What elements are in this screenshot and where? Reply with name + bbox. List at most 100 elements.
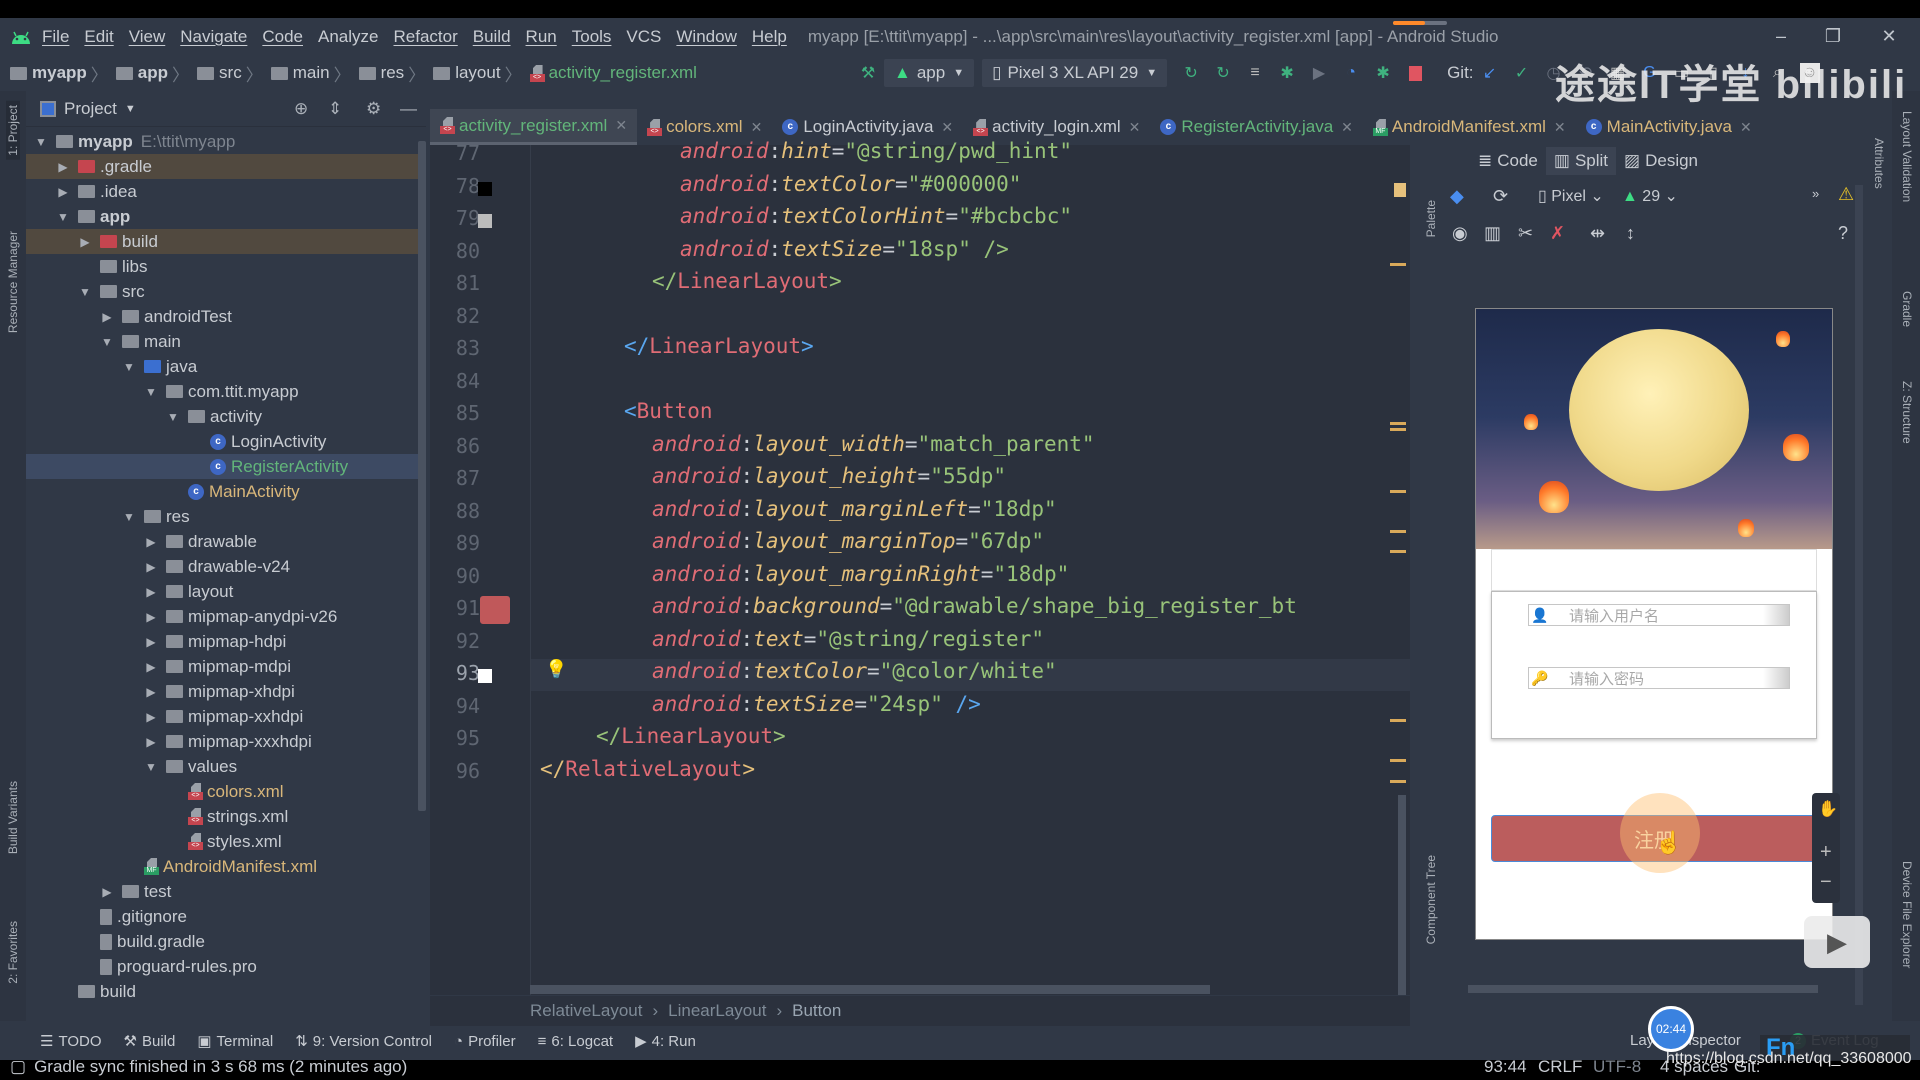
tree-item[interactable]: ▶ .idea bbox=[26, 179, 426, 204]
tree-item[interactable]: c RegisterActivity bbox=[26, 454, 426, 479]
close-button[interactable]: ✕ bbox=[1866, 18, 1912, 55]
stripe-device-file-explorer[interactable]: Device File Explorer bbox=[1900, 861, 1914, 968]
zoom-in-icon[interactable]: + bbox=[1820, 841, 1832, 864]
tree-item[interactable]: ▶ build bbox=[26, 229, 426, 254]
hide-panel-icon[interactable]: — bbox=[400, 99, 417, 119]
apply-code-changes-icon[interactable]: ↻ bbox=[1213, 63, 1233, 83]
editor-tab[interactable]: activity_register.xml ✕ bbox=[430, 109, 638, 145]
collapse-all-icon[interactable]: ⇕ bbox=[328, 99, 342, 119]
tree-item[interactable]: styles.xml bbox=[26, 829, 426, 854]
stripe-build-variants[interactable]: Build Variants bbox=[6, 781, 20, 854]
gear-icon[interactable]: ⚙ bbox=[366, 99, 381, 119]
git-commit-icon[interactable]: ✓ bbox=[1512, 63, 1532, 83]
tree-item[interactable]: ▶ mipmap-xxhdpi bbox=[26, 704, 426, 729]
close-tab-icon[interactable]: ✕ bbox=[1129, 119, 1141, 136]
expand-arrow-icon[interactable]: ▼ bbox=[122, 510, 136, 524]
scroll-marker[interactable] bbox=[1390, 759, 1406, 762]
editor-hscrollbar[interactable] bbox=[530, 985, 1210, 994]
run-config-dropdown[interactable]: ▲ app ▼ bbox=[884, 59, 975, 87]
nav-crumb-app[interactable]: app 〉 bbox=[115, 61, 193, 86]
pan-icon[interactable]: ✋ bbox=[1818, 799, 1838, 819]
stripe-project[interactable]: 1: Project bbox=[6, 101, 20, 160]
menu-window[interactable]: Window bbox=[676, 27, 736, 47]
tree-item[interactable]: ▶ drawable-v24 bbox=[26, 554, 426, 579]
stripe-layout-validation[interactable]: Layout Validation bbox=[1900, 111, 1914, 202]
orientation-icon[interactable]: ⟳ bbox=[1493, 186, 1508, 207]
nav-crumb-file[interactable]: activity_register.xml bbox=[529, 63, 697, 83]
tool-terminal[interactable]: ▣ Terminal bbox=[197, 1032, 273, 1051]
collapse-arrow-icon[interactable]: ▶ bbox=[78, 235, 92, 249]
clear-constraints-icon[interactable]: ✗ bbox=[1550, 223, 1565, 244]
nav-crumb-main[interactable]: main 〉 bbox=[270, 61, 355, 86]
scroll-marker[interactable] bbox=[1390, 428, 1406, 431]
collapse-arrow-icon[interactable]: ▶ bbox=[144, 535, 158, 549]
tree-item[interactable]: ▼ res bbox=[26, 504, 426, 529]
tree-item[interactable]: colors.xml bbox=[26, 779, 426, 804]
expand-arrow-icon[interactable]: ▼ bbox=[144, 385, 158, 399]
xml-crumb-relativelayout[interactable]: RelativeLayout bbox=[530, 1001, 642, 1021]
view-mode-design[interactable]: ▨ Design bbox=[1616, 147, 1706, 175]
scroll-marker[interactable] bbox=[1390, 719, 1406, 722]
status-toggle-icon[interactable]: ▢ bbox=[10, 1057, 26, 1077]
close-tab-icon[interactable]: ✕ bbox=[751, 119, 763, 136]
close-tab-icon[interactable]: ✕ bbox=[1740, 119, 1752, 136]
blueprint-icon[interactable]: ▥ bbox=[1484, 223, 1501, 244]
collapse-arrow-icon[interactable]: ▶ bbox=[144, 585, 158, 599]
tree-item[interactable]: ▶ .gradle bbox=[26, 154, 426, 179]
tree-item[interactable]: build bbox=[26, 979, 426, 1004]
menu-code[interactable]: Code bbox=[262, 27, 303, 47]
xml-crumb-button[interactable]: Button bbox=[792, 1001, 841, 1021]
line-separator[interactable]: CRLF bbox=[1538, 1057, 1582, 1077]
stop-icon[interactable] bbox=[1405, 63, 1425, 83]
close-tab-icon[interactable]: ✕ bbox=[1341, 119, 1353, 136]
margin-icon[interactable]: ⇹ bbox=[1590, 223, 1605, 244]
tree-item[interactable]: ▼ app bbox=[26, 204, 426, 229]
apply-changes-icon[interactable]: ↻ bbox=[1181, 63, 1201, 83]
xml-crumb-linearlayout[interactable]: LinearLayout bbox=[668, 1001, 766, 1021]
tree-item[interactable]: proguard-rules.pro bbox=[26, 954, 426, 979]
stripe-resource-manager[interactable]: Resource Manager bbox=[6, 231, 20, 333]
editor-tab[interactable]: c MainActivity.java ✕ bbox=[1576, 109, 1762, 145]
chevron-down-icon[interactable]: ▼ bbox=[125, 103, 136, 115]
stripe-structure[interactable]: Z: Structure bbox=[1900, 381, 1914, 444]
tree-item[interactable]: .gitignore bbox=[26, 904, 426, 929]
code-editor[interactable]: 77 78 79 80 81 82 83 84 85 86 87 88 89 90 91 92 93 94 95 96… bbox=[430, 139, 1410, 995]
caret-position[interactable]: 93:44 bbox=[1484, 1057, 1527, 1077]
tool-run[interactable]: ▶ 4: Run bbox=[635, 1032, 696, 1051]
tree-item[interactable]: ▶ drawable bbox=[26, 529, 426, 554]
collapse-arrow-icon[interactable]: ▶ bbox=[144, 560, 158, 574]
tree-item[interactable]: c MainActivity bbox=[26, 479, 426, 504]
autoconnect-icon[interactable]: ✂ bbox=[1518, 223, 1533, 244]
expand-arrow-icon[interactable]: ▼ bbox=[144, 760, 158, 774]
tool-logcat[interactable]: ≡ 6: Logcat bbox=[538, 1033, 613, 1050]
menu-file[interactable]: File bbox=[42, 27, 69, 47]
scroll-marker[interactable] bbox=[1390, 780, 1406, 783]
file-encoding[interactable]: UTF-8 bbox=[1593, 1057, 1641, 1077]
editor-tab[interactable]: c RegisterActivity.java ✕ bbox=[1150, 109, 1363, 145]
collapse-arrow-icon[interactable]: ▶ bbox=[100, 885, 114, 899]
scroll-marker[interactable] bbox=[1390, 530, 1406, 533]
collapse-arrow-icon[interactable]: ▶ bbox=[144, 710, 158, 724]
tool-version-control[interactable]: ⇅ 9: Version Control bbox=[295, 1032, 432, 1051]
menu-refactor[interactable]: Refactor bbox=[393, 27, 457, 47]
design-vscrollbar[interactable] bbox=[1855, 185, 1863, 1005]
nav-crumb-myapp[interactable]: myapp 〉 bbox=[10, 61, 112, 86]
close-tab-icon[interactable]: ✕ bbox=[615, 117, 627, 134]
minimize-button[interactable]: – bbox=[1758, 18, 1804, 55]
expand-arrow-icon[interactable]: ▼ bbox=[100, 335, 114, 349]
collapse-arrow-icon[interactable]: ▶ bbox=[144, 685, 158, 699]
collapse-arrow-icon[interactable]: ▶ bbox=[100, 310, 114, 324]
eye-icon[interactable]: ◉ bbox=[1452, 223, 1468, 244]
tree-item[interactable]: build.gradle bbox=[26, 929, 426, 954]
more-icon[interactable]: » bbox=[1812, 186, 1819, 201]
nav-crumb-src[interactable]: src 〉 bbox=[197, 61, 267, 86]
attach-debugger-icon[interactable]: ✱ bbox=[1373, 63, 1393, 83]
view-mode-split[interactable]: ▥ Split bbox=[1545, 147, 1617, 175]
password-field[interactable]: 🔑 请输入密码 bbox=[1528, 667, 1790, 689]
collapse-arrow-icon[interactable]: ▶ bbox=[56, 185, 70, 199]
tree-item[interactable]: ▼ src bbox=[26, 279, 426, 304]
menu-edit[interactable]: Edit bbox=[84, 27, 113, 47]
tree-item[interactable]: ▼ values bbox=[26, 754, 426, 779]
tree-scrollbar[interactable] bbox=[418, 141, 426, 811]
collapse-arrow-icon[interactable]: ▶ bbox=[56, 160, 70, 174]
